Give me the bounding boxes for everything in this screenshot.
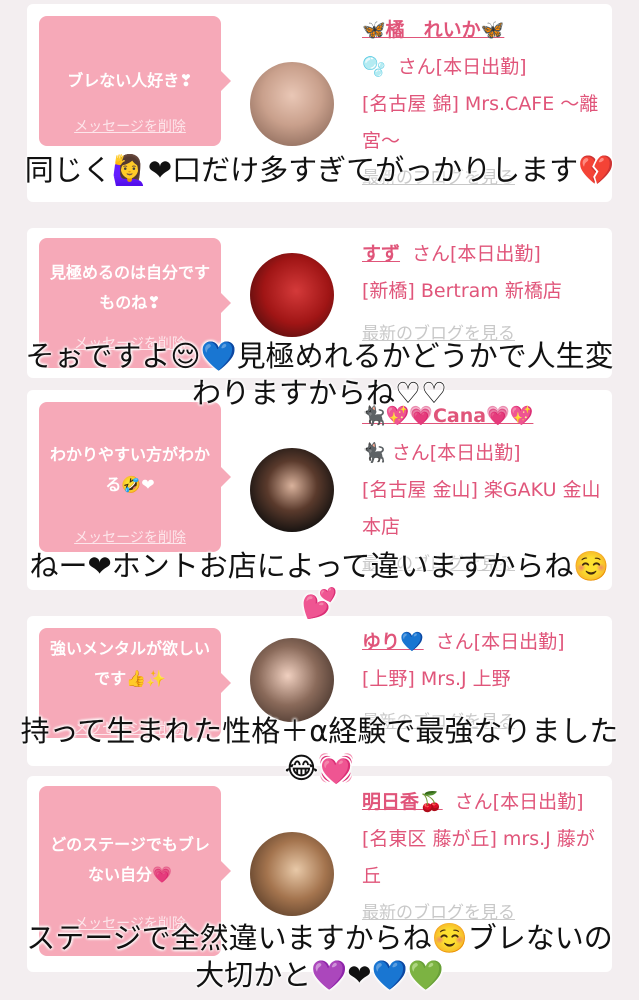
shop-link[interactable]: [名古屋 錦] Mrs.CAFE ～離宮～ [362,86,602,160]
overlay-caption: ねー❤ホントお店によって違いますからね☺️💕 [29,549,610,620]
message-bubble: ブレない人好き❣ メッセージを削除 [39,16,231,146]
message-text: わかりやすい方がわかる🤣❤ [49,445,210,494]
avatar[interactable] [250,253,334,337]
avatar[interactable] [250,448,334,532]
overlay-caption: そぉですよ😌💙見極めれるかどうかで人生変わりますからね♡♡ [25,339,614,410]
shop-link[interactable]: [名東区 藤が丘] mrs.J 藤が丘 [362,821,602,895]
overlay-caption: ステージで全然違いますからね☺️ブレないの大切かと💜❤💙💚 [26,921,613,992]
message-text: ブレない人好き❣ [67,71,193,90]
status-text: さん[本日出勤] [412,243,541,265]
cast-info: すず さん[本日出勤] [新橋] Bertram 新橋店 最新のブログを見る [362,236,602,353]
shop-link[interactable]: [上野] Mrs.J 上野 [362,661,602,698]
status-text: 🐈‍⬛ さん[本日出勤] [362,442,521,464]
shop-link[interactable]: [名古屋 金山] 楽GAKU 金山本店 [362,472,602,546]
cast-name-link[interactable]: すず [362,243,400,265]
delete-message-link[interactable]: メッセージを削除 [39,527,221,547]
delete-message-link[interactable]: メッセージを削除 [39,116,221,136]
cast-name-link[interactable]: 明日香🍒 [362,791,443,813]
message-bubble: わかりやすい方がわかる🤣❤ メッセージを削除 [39,402,231,552]
cast-info: 明日香🍒 さん[本日出勤] [名東区 藤が丘] mrs.J 藤が丘 最新のブログを… [362,784,602,932]
bubble-icon: 🫧 [362,56,386,78]
avatar[interactable] [250,62,334,146]
overlay-caption: 同じく🙋‍♀️❤口だけ多すぎてがっかりします💔 [24,153,615,187]
message-text: 見極めるのは自分ですものね❣ [49,263,210,312]
status-text: さん[本日出勤] [397,56,527,78]
cast-name-link[interactable]: ゆり💙 [362,631,424,653]
overlay-caption: 持って生まれた性格＋α経験で最強なりました😂💓 [20,714,619,785]
cast-name-link[interactable]: 🦋橘 れいか🦋 [362,19,504,41]
status-text: さん[本日出勤] [435,631,565,653]
avatar[interactable] [250,638,334,722]
avatar[interactable] [250,832,334,916]
shop-link[interactable]: [新橋] Bertram 新橋店 [362,273,602,310]
message-text: どのステージでもブレない自分💗 [50,835,210,884]
message-text: 強いメンタルが欲しいです👍✨ [49,639,210,688]
status-text: さん[本日出勤] [454,791,584,813]
